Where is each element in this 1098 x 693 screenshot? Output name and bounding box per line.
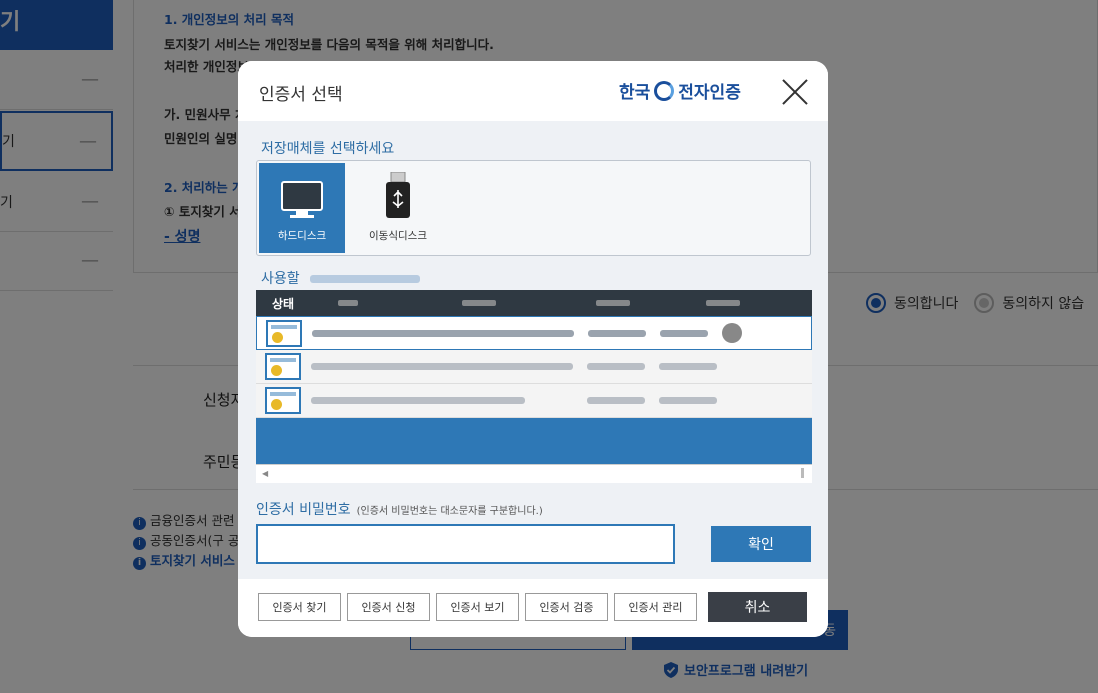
footer-button-label: 인증서 찾기 (272, 601, 327, 614)
redacted-text (659, 397, 717, 404)
storage-media-selector: 하드디스크 이동식디스크 (256, 160, 811, 256)
header-redacted (462, 300, 496, 306)
apply-cert-button[interactable]: 인증서 신청 (347, 593, 430, 621)
redacted-text (587, 363, 645, 370)
verify-cert-button[interactable]: 인증서 검증 (525, 593, 608, 621)
scroll-left-icon[interactable]: ◀ (262, 469, 268, 478)
header-redacted (596, 300, 630, 306)
storage-hard-disk[interactable]: 하드디스크 (259, 163, 345, 253)
redacted-text (588, 329, 646, 337)
certificate-icon (266, 319, 302, 347)
footer-button-label: 인증서 검증 (539, 601, 594, 614)
header-redacted (706, 300, 740, 306)
usb-drive-icon (386, 172, 410, 218)
cancel-button-label: 취소 (744, 600, 771, 616)
footer-button-label: 인증서 신청 (361, 601, 416, 614)
storage-removable-disk[interactable]: 이동식디스크 (355, 163, 441, 253)
view-cert-button[interactable]: 인증서 보기 (436, 593, 519, 621)
find-cert-button[interactable]: 인증서 찾기 (258, 593, 341, 621)
certificate-icon (265, 353, 301, 380)
horizontal-scrollbar[interactable]: ◀ (256, 464, 812, 483)
logo-text-left: 한국 (619, 83, 651, 103)
scroll-thumb[interactable] (801, 468, 804, 478)
cert-list-label: 사용할 (261, 271, 300, 287)
footer-button-label: 인증서 관리 (628, 601, 683, 614)
redacted-text (311, 363, 573, 370)
korea-esign-logo: 한국 전자인증 (619, 78, 741, 103)
redacted-text (587, 397, 645, 404)
logo-mark-icon (654, 80, 675, 101)
table-row[interactable] (256, 316, 812, 350)
header-status: 상태 (271, 296, 295, 311)
dialog-header: 인증서 선택 한국 전자인증 (238, 61, 828, 121)
certificate-list: 상태 ◀ (256, 290, 812, 483)
redacted-text (311, 397, 525, 404)
certificate-select-dialog: 인증서 선택 한국 전자인증 저장매체를 선택하세요 하드디스크 이동식디스크 (238, 61, 828, 637)
storage-item-label: 하드디스크 (277, 230, 327, 242)
password-input[interactable] (256, 524, 675, 564)
password-label-wrap: 인증서 비밀번호 (인증서 비밀번호는 대소문자를 구분합니다.) (256, 499, 543, 519)
monitor-icon (281, 181, 323, 218)
redacted-text (659, 363, 717, 370)
table-header: 상태 (256, 290, 812, 316)
table-row[interactable] (256, 350, 812, 384)
header-redacted (338, 300, 358, 306)
password-label: 인증서 비밀번호 (256, 502, 351, 518)
cancel-button[interactable]: 취소 (708, 592, 807, 622)
ok-button-label: 확인 (748, 537, 774, 553)
certificate-icon (265, 387, 301, 414)
redacted-text (310, 275, 421, 283)
dialog-title: 인증서 선택 (259, 85, 343, 105)
footer-button-label: 인증서 보기 (450, 601, 505, 614)
storage-item-label: 이동식디스크 (369, 230, 427, 242)
manage-cert-button[interactable]: 인증서 관리 (614, 593, 697, 621)
redacted-text (312, 329, 574, 337)
password-hint: (인증서 비밀번호는 대소문자를 구분합니다.) (356, 506, 543, 517)
status-badge-icon (722, 323, 742, 343)
table-row[interactable] (256, 384, 812, 418)
logo-text-right: 전자인증 (678, 83, 741, 103)
dialog-footer: 인증서 찾기 인증서 신청 인증서 보기 인증서 검증 인증서 관리 취소 (238, 579, 828, 637)
ok-button[interactable]: 확인 (711, 526, 811, 562)
certificate-table: 상태 (256, 290, 812, 418)
close-icon[interactable] (781, 78, 809, 106)
storage-label: 저장매체를 선택하세요 (261, 141, 395, 157)
redacted-text (660, 329, 708, 337)
cert-list-label-wrap: 사용할 (261, 268, 421, 288)
